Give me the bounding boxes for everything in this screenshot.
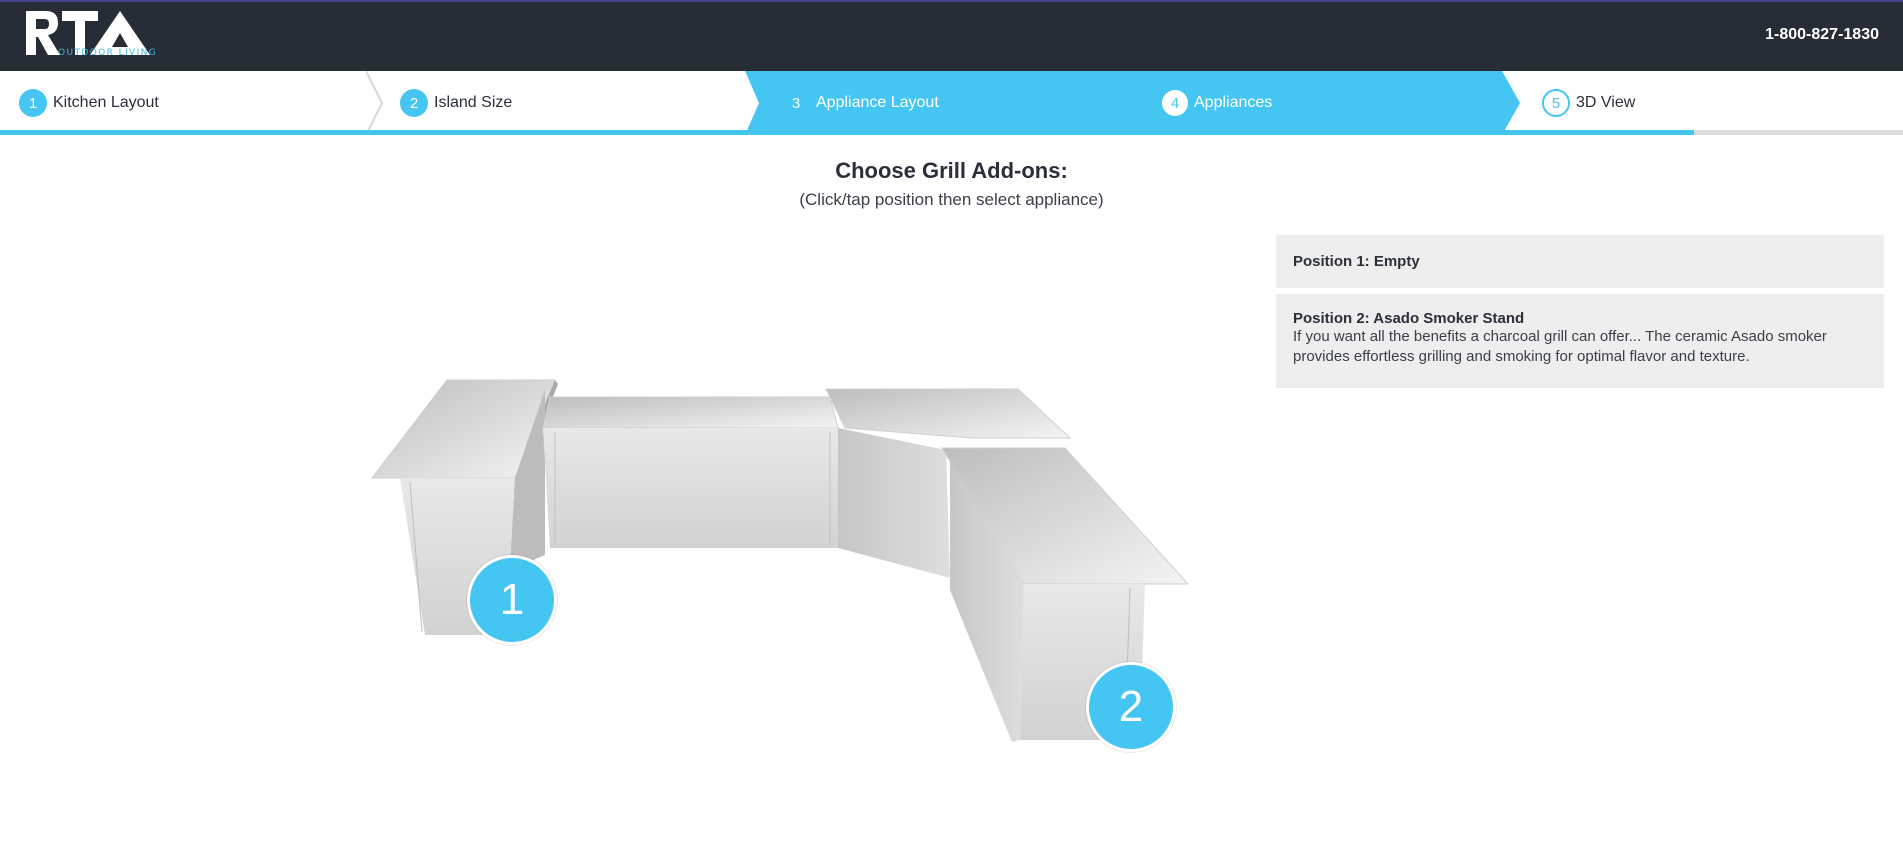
position-2-description: If you want all the benefits a charcoal …: [1293, 328, 1827, 365]
page-instructions: (Click/tap position then select applianc…: [799, 190, 1104, 209]
page-title: Choose Grill Add-ons:: [835, 158, 1068, 183]
position-marker-2[interactable]: 2: [1086, 662, 1176, 752]
island-section-center[interactable]: [542, 396, 839, 548]
step-label: Island Size: [434, 94, 513, 111]
step-number: 5: [1542, 89, 1570, 117]
step-number: 4: [1162, 90, 1188, 116]
step-kitchen-layout[interactable]: 1 Kitchen Layout: [19, 71, 159, 135]
steps-bar: 1 Kitchen Layout 2 Island Size 3 Applian…: [0, 71, 1903, 135]
step-number: 2: [400, 89, 428, 117]
position-2-title: Position 2: Asado Smoker Stand: [1293, 310, 1525, 327]
progress-bar-fill: [0, 130, 1694, 135]
step-3d-view[interactable]: 5 3D View: [1542, 71, 1635, 135]
top-header: OUTDOOR LIVING 1-800-827-1830: [0, 0, 1903, 71]
logo-subtext: OUTDOOR LIVING: [58, 48, 158, 58]
step-label: Appliance Layout: [816, 94, 939, 111]
step-label: 3D View: [1576, 94, 1636, 111]
step-label: Appliances: [1194, 94, 1273, 111]
step-island-size[interactable]: 2 Island Size: [400, 71, 512, 135]
step-number: 1: [19, 89, 47, 117]
step-number: 3: [791, 94, 801, 112]
position-2-panel[interactable]: Position 2: Asado Smoker Stand If you wa…: [1276, 294, 1884, 388]
position-marker-1[interactable]: 1: [467, 555, 557, 645]
step-appliance-layout[interactable]: 3 Appliance Layout: [782, 71, 939, 135]
kitchen-3d-view[interactable]: [360, 370, 1200, 750]
step-appliances[interactable]: 4 Appliances: [1162, 71, 1272, 135]
position-1-title: Position 1: Empty: [1293, 253, 1420, 270]
step-separator-icon: [366, 71, 384, 135]
phone-number[interactable]: 1-800-827-1830: [1765, 26, 1879, 44]
step-label: Kitchen Layout: [53, 94, 159, 111]
progress-bar: [0, 130, 1903, 135]
position-1-panel[interactable]: Position 1: Empty: [1276, 235, 1884, 288]
rta-logo[interactable]: [24, 9, 159, 67]
